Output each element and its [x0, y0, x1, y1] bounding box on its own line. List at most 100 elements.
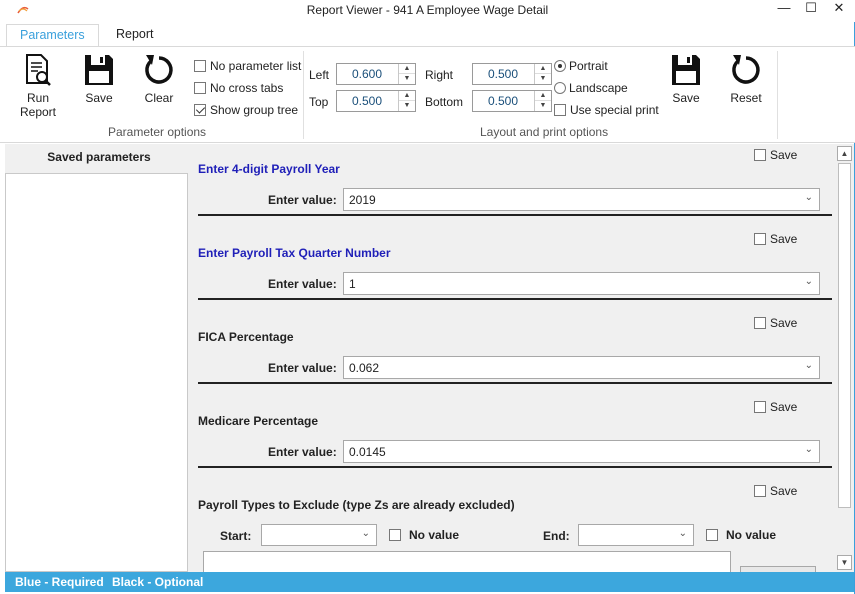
no-parameter-list-label: No parameter list [210, 59, 302, 73]
checkbox-box [706, 529, 718, 541]
chevron-down-icon: ⌄ [804, 192, 813, 203]
checkbox-box [194, 60, 206, 72]
margin-top-value: 0.500 [351, 94, 383, 108]
medicare-percentage-combo[interactable]: 0.0145 ⌄ [343, 440, 820, 463]
tab-report[interactable]: Report [103, 24, 167, 47]
vertical-scrollbar[interactable]: ▲ ▼ [835, 144, 854, 572]
clear-refresh-icon [145, 55, 173, 84]
margin-bottom-spinner[interactable]: 0.500 ▲ ▼ [472, 90, 552, 112]
spinner-up-icon[interactable]: ▲ [535, 64, 551, 74]
save-floppy-icon [85, 55, 113, 85]
payroll-types-list[interactable] [203, 551, 731, 572]
save-checkbox[interactable]: Save [754, 148, 797, 164]
no-parameter-list-checkbox[interactable]: No parameter list [194, 59, 301, 75]
margin-top-spinner[interactable]: 0.500 ▲ ▼ [336, 90, 416, 112]
saved-parameters-header: Saved parameters [47, 150, 151, 164]
parameter-name: Medicare Percentage [198, 414, 319, 428]
report-viewer-window: Report Viewer - 941 A Employee Wage Deta… [0, 0, 855, 594]
margin-right-value: 0.500 [487, 67, 519, 81]
ribbon-separator [777, 51, 778, 139]
saved-parameters-panel: Saved parameters [5, 144, 188, 572]
divider [198, 214, 832, 216]
save-checkbox[interactable]: Save [754, 484, 797, 500]
margin-left-spinner[interactable]: 0.600 ▲ ▼ [336, 63, 416, 85]
chevron-down-icon: ⌄ [361, 528, 370, 539]
parameter-name: Enter Payroll Tax Quarter Number [198, 246, 391, 260]
save-layout-button[interactable]: Save [666, 53, 706, 105]
spinner-down-icon[interactable]: ▼ [399, 101, 415, 111]
checkbox-box [754, 317, 766, 329]
save-checkbox[interactable]: Save [754, 232, 797, 248]
show-group-tree-label: Show group tree [210, 103, 299, 117]
landscape-label: Landscape [569, 81, 628, 95]
ribbon-separator [303, 51, 304, 139]
parameter-block: FICA Percentage Save Enter value: 0.062 … [188, 312, 835, 396]
landscape-radio[interactable]: Landscape [554, 81, 628, 97]
chevron-down-icon: ⌄ [804, 444, 813, 455]
clear-button[interactable]: Clear [140, 53, 178, 105]
enter-value-label: Enter value: [268, 193, 337, 207]
start-no-value-checkbox[interactable]: No value [389, 528, 459, 544]
close-button[interactable]: ✕ [825, 0, 853, 18]
saved-parameters-list[interactable] [5, 173, 188, 572]
chevron-down-icon: ⌄ [804, 276, 813, 287]
spinner-up-icon[interactable]: ▲ [535, 91, 551, 101]
use-special-print-checkbox[interactable]: Use special print [554, 103, 659, 119]
parameter-options-group-label: Parameter options [108, 125, 207, 139]
scroll-thumb[interactable] [838, 163, 851, 508]
tab-parameters[interactable]: Parameters [6, 24, 99, 47]
tax-quarter-combo[interactable]: 1 ⌄ [343, 272, 820, 295]
combo-value: 0.062 [349, 361, 380, 375]
no-cross-tabs-label: No cross tabs [210, 81, 284, 95]
checkbox-box [389, 529, 401, 541]
spinner-up-icon[interactable]: ▲ [399, 64, 415, 74]
parameter-block: Enter 4-digit Payroll Year Save Enter va… [188, 144, 835, 228]
end-no-value-checkbox[interactable]: No value [706, 528, 776, 544]
parameter-block: Enter Payroll Tax Quarter Number Save En… [188, 228, 835, 312]
enter-value-label: Enter value: [268, 445, 337, 459]
chevron-down-icon: ⌄ [678, 528, 687, 539]
combo-value: 1 [349, 277, 356, 291]
margin-right-spinner[interactable]: 0.500 ▲ ▼ [472, 63, 552, 85]
fica-percentage-combo[interactable]: 0.062 ⌄ [343, 356, 820, 379]
run-report-button[interactable]: Run Report [14, 53, 62, 119]
start-combo[interactable]: ⌄ [261, 524, 377, 546]
combo-value: 0.0145 [349, 445, 386, 459]
layout-save-label: Save [672, 91, 700, 105]
spinner-down-icon[interactable]: ▼ [535, 74, 551, 84]
parameters-panel: Enter 4-digit Payroll Year Save Enter va… [188, 144, 835, 572]
checkbox-box [754, 233, 766, 245]
status-optional-legend: Black - Optional [112, 575, 204, 589]
reset-refresh-icon [732, 55, 760, 84]
use-special-print-label: Use special print [570, 103, 659, 117]
spinner-down-icon[interactable]: ▼ [399, 74, 415, 84]
save-checkbox[interactable]: Save [754, 316, 797, 332]
parameter-block: Medicare Percentage Save Enter value: 0.… [188, 396, 835, 480]
title-bar: Report Viewer - 941 A Employee Wage Deta… [0, 0, 855, 22]
minimize-button[interactable]: — [770, 0, 798, 18]
maximize-button[interactable]: ☐ [797, 0, 825, 18]
save-checkbox-label: Save [770, 148, 798, 162]
reset-layout-button[interactable]: Reset [726, 53, 766, 105]
radio-dot [554, 82, 566, 94]
scroll-up-icon[interactable]: ▲ [837, 146, 852, 161]
end-label: End: [543, 529, 570, 543]
chevron-down-icon: ⌄ [804, 360, 813, 371]
spinner-up-icon[interactable]: ▲ [399, 91, 415, 101]
payroll-year-combo[interactable]: 2019 ⌄ [343, 188, 820, 211]
portrait-radio[interactable]: Portrait [554, 59, 608, 75]
show-group-tree-checkbox[interactable]: Show group tree [194, 103, 298, 119]
spinner-down-icon[interactable]: ▼ [535, 101, 551, 111]
scroll-down-icon[interactable]: ▼ [837, 555, 852, 570]
window-title: Report Viewer - 941 A Employee Wage Deta… [306, 3, 549, 17]
save-checkbox[interactable]: Save [754, 400, 797, 416]
no-cross-tabs-checkbox[interactable]: No cross tabs [194, 81, 283, 97]
status-required-legend: Blue - Required [15, 575, 104, 589]
no-value-label: No value [726, 528, 777, 542]
save-parameters-button[interactable]: Save [80, 53, 118, 105]
divider [198, 382, 832, 384]
margin-top-label: Top [309, 95, 329, 109]
radio-dot-selected [554, 60, 566, 72]
checkbox-box [194, 82, 206, 94]
end-combo[interactable]: ⌄ [578, 524, 694, 546]
